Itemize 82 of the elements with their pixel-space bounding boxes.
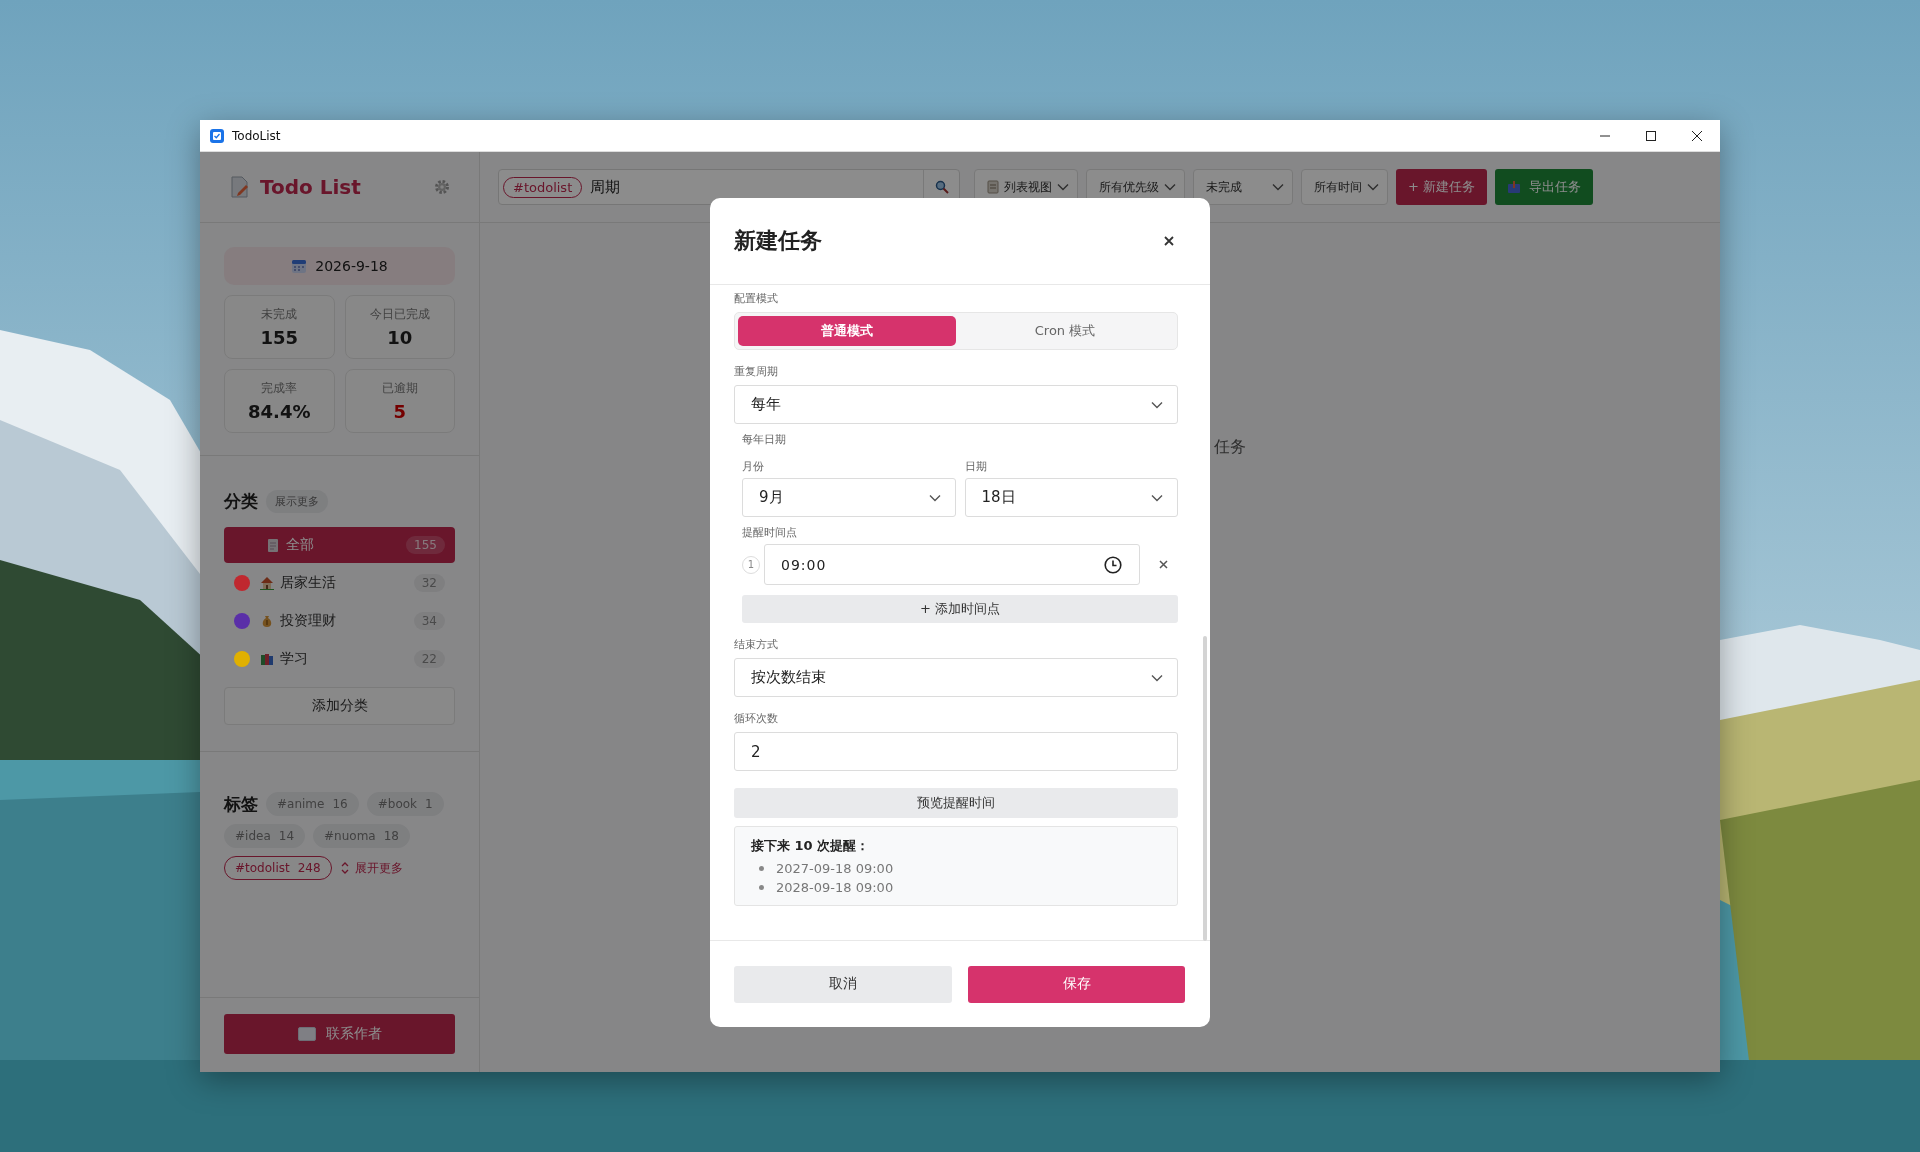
select-field[interactable]: 每年: [734, 385, 1178, 424]
reminder-time: 2028-09-18 09:00: [776, 880, 894, 895]
bullet-dot: [759, 885, 764, 890]
stat-label: 今日已完成: [369, 306, 430, 323]
chevron-down-icon: [1272, 183, 1284, 191]
chevron-down-icon: [1151, 493, 1163, 502]
settings-icon: [433, 178, 451, 196]
close-icon: [1158, 560, 1168, 569]
app-title: Todo List: [260, 175, 361, 199]
cancel-button[interactable]: 取消: [734, 965, 952, 1003]
close-button[interactable]: [1162, 234, 1176, 248]
clipboard-icon: [266, 538, 280, 552]
books-icon: [260, 652, 274, 666]
empty-state-text: 任务: [1214, 437, 1246, 456]
tag-chip[interactable]: #nuoma 18: [313, 824, 410, 848]
field-label: 配置模式: [734, 291, 779, 306]
add-category-button[interactable]: 添加分类: [224, 687, 455, 725]
calendar-icon: [291, 258, 308, 274]
document-pencil-icon: [230, 176, 250, 198]
number-field[interactable]: 2: [734, 732, 1178, 771]
close-icon: [1691, 129, 1703, 142]
chevron-down-icon: [1151, 673, 1163, 682]
field-label: 日期: [964, 459, 988, 474]
window-title: TodoList: [232, 128, 281, 143]
preview-title: 接下来 10 次提醒：: [751, 837, 871, 855]
mode-tab[interactable]: Cron 模式: [956, 316, 1174, 346]
expand-link[interactable]: 展开更多: [339, 859, 403, 877]
section-title: 标签: [224, 792, 258, 816]
filter-dropdown[interactable]: 未完成: [1193, 169, 1293, 205]
money-bag-icon: [260, 614, 274, 628]
show-more-button[interactable]: 展示更多: [266, 490, 328, 513]
stat-value: 10: [387, 327, 413, 348]
preview-button[interactable]: 预览提醒时间: [734, 788, 1178, 818]
chevron-down-icon: [1151, 400, 1163, 409]
field-label: 循环次数: [734, 711, 779, 726]
app-icon: [210, 128, 224, 143]
search-field[interactable]: #todolist 周期: [498, 169, 960, 205]
field-label: 提醒时间点: [742, 525, 798, 540]
stat-value: 155: [260, 327, 299, 348]
field-label: 月份: [742, 459, 765, 474]
tag-chip[interactable]: #idea 14: [224, 824, 306, 848]
time-field[interactable]: 09:00: [764, 544, 1140, 585]
save-button[interactable]: 保存: [968, 965, 1185, 1003]
add-time-button[interactable]: + 添加时间点: [742, 595, 1178, 623]
date-text: 2026-9-18: [315, 258, 388, 274]
tag-chip[interactable]: #todolist 248: [224, 856, 332, 880]
clock-icon: [1104, 555, 1122, 574]
new-task-button[interactable]: + 新建任务: [1396, 169, 1488, 205]
reminder-time: 2027-09-18 09:00: [776, 861, 894, 876]
stat-label: 完成率: [261, 380, 298, 397]
select-field[interactable]: 18日: [964, 478, 1178, 517]
bullet-dot: [759, 866, 764, 871]
list-icon: [987, 180, 999, 194]
chevron-down-icon: [1164, 183, 1176, 191]
tag-chip[interactable]: #book 1: [366, 792, 444, 816]
maximize-icon: [1645, 129, 1657, 142]
export-button[interactable]: 导出任务: [1495, 169, 1594, 205]
search-icon: [934, 180, 949, 194]
export-icon: [1507, 180, 1522, 194]
stat-value: 84.4%: [248, 401, 311, 422]
select-field[interactable]: 9月: [742, 478, 956, 517]
chevron-down-icon: [1367, 183, 1379, 191]
contact-button[interactable]: 联系作者: [224, 1014, 455, 1054]
stat-label: 未完成: [261, 306, 298, 323]
stat-label: 已逾期: [381, 380, 418, 397]
close-icon: [1164, 236, 1174, 246]
expand-icon: [339, 861, 350, 875]
dialog-title: 新建任务: [734, 227, 822, 255]
house-icon: [260, 576, 274, 590]
tag-chip[interactable]: #anime 16: [266, 792, 359, 816]
field-label: 重复周期: [734, 364, 779, 379]
chevron-down-icon: [928, 493, 941, 502]
category-item[interactable]: 全部 155: [224, 527, 455, 563]
field-label: 每年日期: [742, 432, 787, 447]
select-field[interactable]: 按次数结束: [734, 658, 1178, 697]
chevron-down-icon: [1057, 183, 1069, 191]
filter-dropdown[interactable]: 所有时间: [1301, 169, 1388, 205]
stat-value: 5: [393, 401, 406, 422]
field-label: 结束方式: [734, 637, 779, 652]
mode-tab[interactable]: 普通模式: [738, 316, 956, 346]
mail-icon: [297, 1027, 316, 1041]
section-title: 分类: [224, 490, 258, 513]
